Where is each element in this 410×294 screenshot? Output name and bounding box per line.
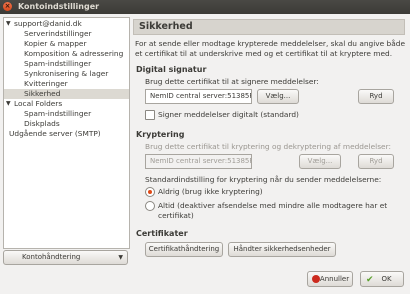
signature-select-button[interactable]: Vælg...: [257, 89, 299, 104]
encryption-heading: Kryptering: [136, 130, 185, 139]
tree-item-copies-folders[interactable]: Kopier & mapper: [4, 39, 129, 49]
tree-item-receipts[interactable]: Kvitteringer: [4, 79, 129, 89]
encryption-certificate-select[interactable]: NemID central server:51385FB7CEE579C: [145, 154, 252, 169]
sign-default-label: Signer meddelelser digitalt (standard): [158, 110, 299, 119]
signature-heading: Digital signatur: [136, 65, 207, 74]
encryption-clear-button[interactable]: Ryd: [358, 154, 394, 169]
encryption-never-radio[interactable]: [145, 187, 155, 197]
expand-triangle-icon[interactable]: ▼: [6, 99, 11, 109]
encryption-select-button[interactable]: Vælg...: [299, 154, 341, 169]
encryption-required-radio[interactable]: [145, 201, 155, 211]
checkmark-icon: ✔: [366, 275, 374, 285]
close-icon[interactable]: ×: [3, 2, 12, 11]
expand-triangle-icon[interactable]: ▼: [6, 19, 11, 29]
encryption-required-label-line2: certifikat): [158, 211, 194, 220]
signature-clear-button[interactable]: Ryd: [358, 89, 394, 104]
chevron-down-icon: ▼: [118, 254, 123, 261]
encryption-default-label: Standardindstilling for kryptering når d…: [145, 175, 382, 184]
cancel-button[interactable]: Annuller: [307, 271, 353, 287]
tree-item-disk-space[interactable]: Diskplads: [4, 119, 129, 129]
tree-item-security[interactable]: Sikkerhed: [4, 89, 129, 99]
account-actions-button[interactable]: Kontohåndtering ▼: [3, 250, 128, 265]
page-title: Sikkerhed: [133, 19, 405, 35]
manage-security-devices-button[interactable]: Håndter sikkerhedsenheder: [228, 242, 336, 257]
encryption-label: Brug dette certifikat til kryptering og …: [145, 142, 391, 151]
signature-label: Brug dette certifikat til at signere med…: [145, 77, 319, 86]
cancel-icon: [312, 275, 320, 283]
manage-certificates-button[interactable]: Certifikathåndtering: [145, 242, 223, 257]
ok-button[interactable]: ✔ OK: [360, 271, 404, 287]
tree-item-account[interactable]: ▼ support@danid.dk: [4, 19, 129, 29]
encryption-required-label-line1: Altid (deaktiver afsendelse med mindre a…: [158, 201, 388, 210]
sign-default-checkbox[interactable]: [145, 110, 155, 120]
tree-item-local-folders[interactable]: ▼ Local Folders: [4, 99, 129, 109]
intro-text-line2: et certifikat til at underskrive med og …: [135, 49, 393, 58]
intro-text-line1: For at sende eller modtage krypterede me…: [135, 39, 406, 48]
signature-certificate-select[interactable]: NemID central server:51385FB7CEE579C: [145, 89, 252, 104]
certificates-heading: Certifikater: [136, 229, 188, 238]
encryption-never-label: Aldrig (brug ikke kryptering): [158, 187, 263, 196]
tree-item-outgoing-server[interactable]: Udgående server (SMTP): [4, 129, 129, 139]
tree-item-composition[interactable]: Komposition & adressering: [4, 49, 129, 59]
window-titlebar: × Kontoindstillinger: [0, 0, 410, 14]
tree-item-local-spam[interactable]: Spam-indstillinger: [4, 109, 129, 119]
tree-item-sync-storage[interactable]: Synkronisering & lager: [4, 69, 129, 79]
account-tree[interactable]: ▼ support@danid.dk Serverindstillinger K…: [3, 17, 130, 249]
tree-item-server-settings[interactable]: Serverindstillinger: [4, 29, 129, 39]
window-title: Kontoindstillinger: [18, 2, 100, 11]
tree-item-spam-settings[interactable]: Spam-indstillinger: [4, 59, 129, 69]
